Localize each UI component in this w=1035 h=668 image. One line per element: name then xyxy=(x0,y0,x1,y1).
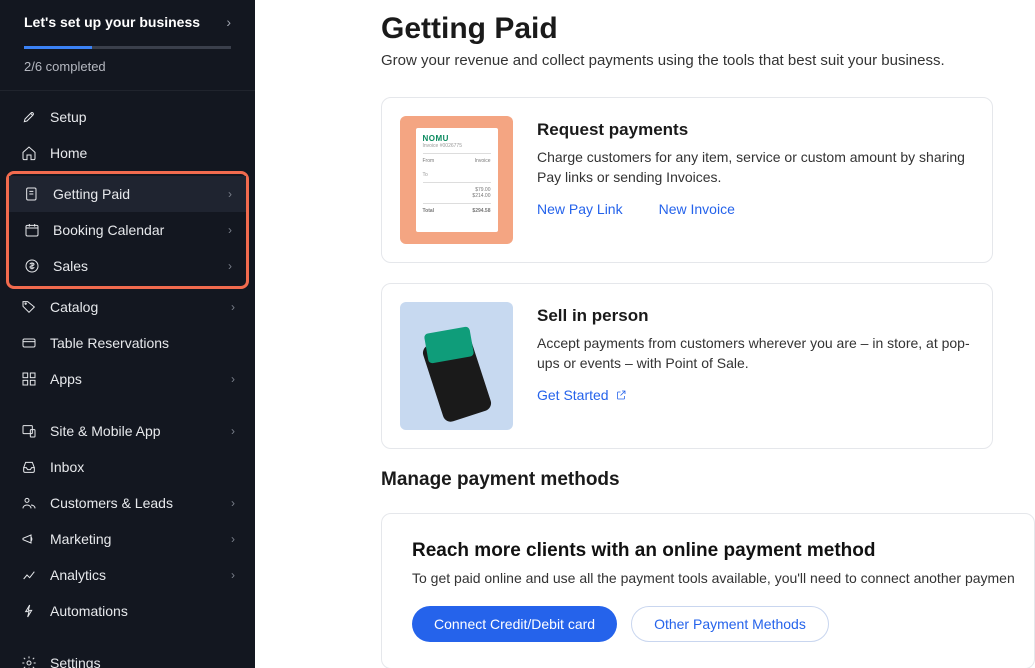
sidebar-item-label: Setup xyxy=(50,109,235,125)
card-description: Accept payments from customers wherever … xyxy=(537,334,974,373)
sidebar-item-marketing[interactable]: Marketing › xyxy=(0,521,255,557)
sidebar-item-label: Getting Paid xyxy=(53,186,228,202)
sell-in-person-card: Sell in person Accept payments from cust… xyxy=(381,283,993,449)
calendar-icon xyxy=(23,221,41,239)
sidebar-item-inbox[interactable]: Inbox xyxy=(0,449,255,485)
progress-fill xyxy=(24,46,92,49)
sidebar-item-customers-leads[interactable]: Customers & Leads › xyxy=(0,485,255,521)
home-icon xyxy=(20,144,38,162)
site-icon xyxy=(20,422,38,440)
highlighted-nav-group: Getting Paid › Booking Calendar › Sales … xyxy=(6,171,249,289)
sidebar-item-label: Table Reservations xyxy=(50,335,235,351)
card-description: Charge customers for any item, service o… xyxy=(537,148,974,187)
wide-card-title: Reach more clients with an online paymen… xyxy=(412,540,1004,562)
thumb-invoice-number: Invoice #0026775 xyxy=(423,143,491,149)
link-label: Get Started xyxy=(537,387,609,403)
external-link-icon xyxy=(615,389,627,401)
chevron-right-icon: › xyxy=(226,14,231,30)
chevron-right-icon: › xyxy=(231,568,235,582)
pos-thumbnail xyxy=(400,302,513,430)
thumb-logo: NOMU xyxy=(423,134,491,143)
sidebar-item-label: Site & Mobile App xyxy=(50,423,231,439)
invoice-paper-graphic: NOMU Invoice #0026775 FromInvoice To $79… xyxy=(416,128,498,232)
dollar-icon xyxy=(23,257,41,275)
sidebar-item-label: Settings xyxy=(50,655,235,668)
sidebar-item-getting-paid[interactable]: Getting Paid › xyxy=(9,176,246,212)
setup-progress-box[interactable]: Let's set up your business › 2/6 complet… xyxy=(0,0,255,91)
thumb-to-label: To xyxy=(423,172,491,178)
sidebar-item-automations[interactable]: Automations xyxy=(0,593,255,629)
sidebar-item-label: Customers & Leads xyxy=(50,495,231,511)
sidebar-item-label: Automations xyxy=(50,603,235,619)
chevron-right-icon: › xyxy=(228,223,232,237)
other-methods-button[interactable]: Other Payment Methods xyxy=(631,606,829,642)
megaphone-icon xyxy=(20,530,38,548)
gear-icon xyxy=(20,654,38,668)
sidebar-item-home[interactable]: Home xyxy=(0,135,255,171)
sidebar-item-apps[interactable]: Apps › xyxy=(0,361,255,397)
sidebar-item-label: Booking Calendar xyxy=(53,222,228,238)
main-content: Getting Paid Grow your revenue and colle… xyxy=(255,0,1035,668)
sidebar-item-label: Marketing xyxy=(50,531,231,547)
card-title: Sell in person xyxy=(537,306,974,326)
chevron-right-icon: › xyxy=(231,532,235,546)
sidebar-item-catalog[interactable]: Catalog › xyxy=(0,289,255,325)
sidebar-item-setup[interactable]: Setup xyxy=(0,99,255,135)
chevron-right-icon: › xyxy=(231,496,235,510)
analytics-icon xyxy=(20,566,38,584)
invoice-thumbnail: NOMU Invoice #0026775 FromInvoice To $79… xyxy=(400,116,513,244)
inbox-icon xyxy=(20,458,38,476)
sidebar-item-settings[interactable]: Settings xyxy=(0,645,255,668)
automations-icon xyxy=(20,602,38,620)
new-invoice-link[interactable]: New Invoice xyxy=(659,201,735,217)
request-payments-card: NOMU Invoice #0026775 FromInvoice To $79… xyxy=(381,97,993,263)
page-subtitle: Grow your revenue and collect payments u… xyxy=(381,52,1035,69)
chevron-right-icon: › xyxy=(231,424,235,438)
sidebar-item-site-mobile-app[interactable]: Site & Mobile App › xyxy=(0,413,255,449)
apps-icon xyxy=(20,370,38,388)
chevron-right-icon: › xyxy=(228,259,232,273)
thumb-total-label: Total xyxy=(423,208,435,214)
sidebar-item-label: Home xyxy=(50,145,235,161)
payment-methods-card: Reach more clients with an online paymen… xyxy=(381,513,1035,668)
table-icon xyxy=(20,334,38,352)
thumb-amount: $214.00 xyxy=(472,193,490,199)
get-started-link[interactable]: Get Started xyxy=(537,387,627,403)
sidebar-item-label: Sales xyxy=(53,258,228,274)
people-icon xyxy=(20,494,38,512)
wide-card-description: To get paid online and use all the payme… xyxy=(412,570,1004,586)
thumb-invoice-label: Invoice xyxy=(475,158,491,164)
sidebar-item-label: Apps xyxy=(50,371,231,387)
new-pay-link[interactable]: New Pay Link xyxy=(537,201,623,217)
card-title: Request payments xyxy=(537,120,974,140)
manage-section-title: Manage payment methods xyxy=(381,469,1035,491)
thumb-from-label: From xyxy=(423,158,435,164)
sidebar-item-label: Inbox xyxy=(50,459,235,475)
page-title: Getting Paid xyxy=(381,12,1035,46)
sidebar: Let's set up your business › 2/6 complet… xyxy=(0,0,255,668)
progress-text: 2/6 completed xyxy=(24,59,231,74)
sidebar-item-table-reservations[interactable]: Table Reservations xyxy=(0,325,255,361)
rocket-icon xyxy=(20,108,38,126)
connect-card-button[interactable]: Connect Credit/Debit card xyxy=(412,606,617,642)
sidebar-item-label: Analytics xyxy=(50,567,231,583)
progress-bar xyxy=(24,46,231,49)
thumb-total-value: $294.58 xyxy=(472,208,490,214)
setup-title: Let's set up your business xyxy=(24,14,200,30)
sidebar-item-sales[interactable]: Sales › xyxy=(9,248,246,284)
sidebar-item-analytics[interactable]: Analytics › xyxy=(0,557,255,593)
sidebar-item-label: Catalog xyxy=(50,299,231,315)
chevron-right-icon: › xyxy=(231,372,235,386)
tag-icon xyxy=(20,298,38,316)
sidebar-item-booking-calendar[interactable]: Booking Calendar › xyxy=(9,212,246,248)
chevron-right-icon: › xyxy=(231,300,235,314)
chevron-right-icon: › xyxy=(228,187,232,201)
paid-icon xyxy=(23,185,41,203)
